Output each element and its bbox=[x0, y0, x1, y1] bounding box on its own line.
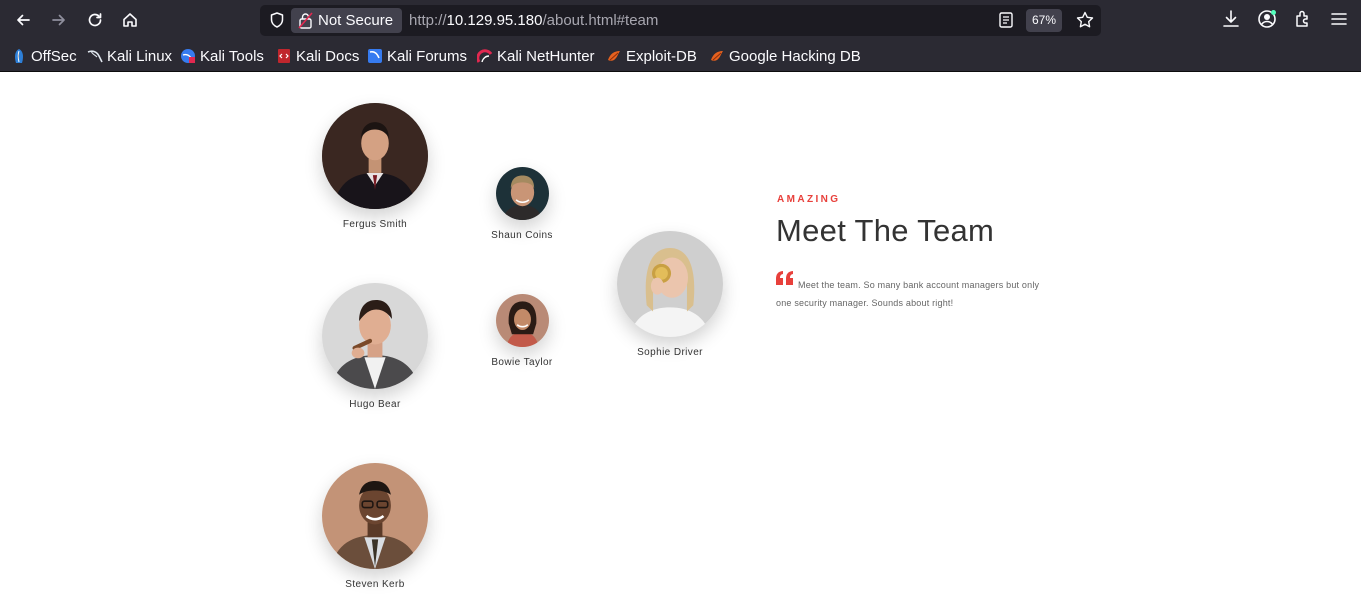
member-name: Shaun Coins bbox=[491, 230, 553, 241]
offsec-icon bbox=[15, 49, 23, 63]
url-prefix: http:// bbox=[409, 12, 447, 29]
security-indicator[interactable]: Not Secure bbox=[291, 8, 403, 33]
bookmark-kali-tools[interactable]: Kali Tools bbox=[180, 46, 264, 66]
member-name: Hugo Bear bbox=[349, 399, 401, 410]
team-member-hugo-bear: Hugo Bear bbox=[314, 283, 436, 410]
member-name: Fergus Smith bbox=[342, 219, 408, 230]
bookmark-exploit-db[interactable]: Exploit-DB bbox=[606, 46, 697, 66]
team-member-fergus-smith: Fergus Smith bbox=[314, 103, 436, 230]
back-button[interactable] bbox=[9, 6, 37, 34]
forward-button[interactable] bbox=[45, 6, 73, 34]
lock-icon bbox=[298, 12, 313, 29]
bookmark-offsec[interactable]: OffSec bbox=[11, 46, 77, 66]
account-icon[interactable] bbox=[1256, 8, 1278, 30]
section-eyebrow: AMAZING bbox=[777, 194, 841, 205]
url-host: 10.129.95.180 bbox=[446, 12, 543, 29]
home-icon bbox=[123, 13, 137, 27]
bookmark-kali-forums[interactable]: Kali Forums bbox=[367, 46, 467, 66]
section-title: Meet The Team bbox=[776, 213, 995, 248]
team-member-bowie-taylor: Bowie Taylor bbox=[482, 294, 562, 368]
kali-docs-icon bbox=[278, 49, 290, 63]
forward-icon bbox=[52, 14, 65, 26]
member-name: Steven Kerb bbox=[345, 579, 405, 590]
zoom-indicator[interactable]: 67% bbox=[1026, 9, 1063, 32]
reload-icon bbox=[88, 13, 102, 27]
kali-forums-icon bbox=[368, 49, 382, 63]
member-name: Sophie Driver bbox=[637, 347, 703, 358]
menu-icon[interactable] bbox=[1328, 8, 1350, 30]
member-name: Bowie Taylor bbox=[491, 357, 553, 368]
home-button[interactable] bbox=[116, 6, 144, 34]
avatar bbox=[322, 283, 428, 389]
avatar bbox=[495, 167, 549, 220]
section-quote: Meet the team. So many bank account mana… bbox=[776, 280, 1040, 308]
bookmark-kali-nethunter[interactable]: Kali NetHunter bbox=[477, 46, 595, 66]
browser-toolbar: Not Secure http://10.129.95.180/about.ht… bbox=[0, 0, 1361, 72]
url-text[interactable]: http://10.129.95.180/about.html#team bbox=[409, 5, 658, 36]
ghdb-icon bbox=[711, 51, 723, 61]
exploitdb-icon bbox=[608, 51, 620, 61]
bookmark-google-hacking-db[interactable]: Google Hacking DB bbox=[709, 46, 861, 66]
bookmark-kali-docs[interactable]: Kali Docs bbox=[276, 46, 359, 66]
url-path: /about.html#team bbox=[542, 12, 659, 29]
kali-icon bbox=[87, 50, 103, 63]
shield-icon[interactable] bbox=[268, 11, 286, 29]
avatar bbox=[322, 463, 428, 569]
kali-tools-icon bbox=[181, 49, 195, 63]
bookmark-kali-linux[interactable]: Kali Linux bbox=[87, 46, 172, 66]
team-member-shaun-coins: Shaun Coins bbox=[482, 167, 562, 241]
back-icon bbox=[17, 14, 30, 26]
download-icon[interactable] bbox=[1220, 8, 1242, 30]
reload-button[interactable] bbox=[81, 6, 109, 34]
team-member-steven-kerb: Steven Kerb bbox=[314, 463, 436, 590]
avatar bbox=[495, 294, 549, 347]
bookmarks-toolbar: OffSec Kali Linux Kali Tools Kali Docs K… bbox=[0, 40, 1361, 71]
nethunter-icon bbox=[477, 49, 493, 63]
address-bar[interactable]: Not Secure http://10.129.95.180/about.ht… bbox=[260, 5, 1101, 36]
star-icon[interactable] bbox=[1075, 10, 1095, 30]
avatar bbox=[322, 103, 428, 209]
extensions-icon[interactable] bbox=[1292, 8, 1314, 30]
reader-icon[interactable] bbox=[997, 11, 1015, 29]
security-label: Not Secure bbox=[318, 12, 394, 29]
team-member-sophie-driver: Sophie Driver bbox=[611, 231, 729, 358]
avatar bbox=[617, 231, 723, 337]
